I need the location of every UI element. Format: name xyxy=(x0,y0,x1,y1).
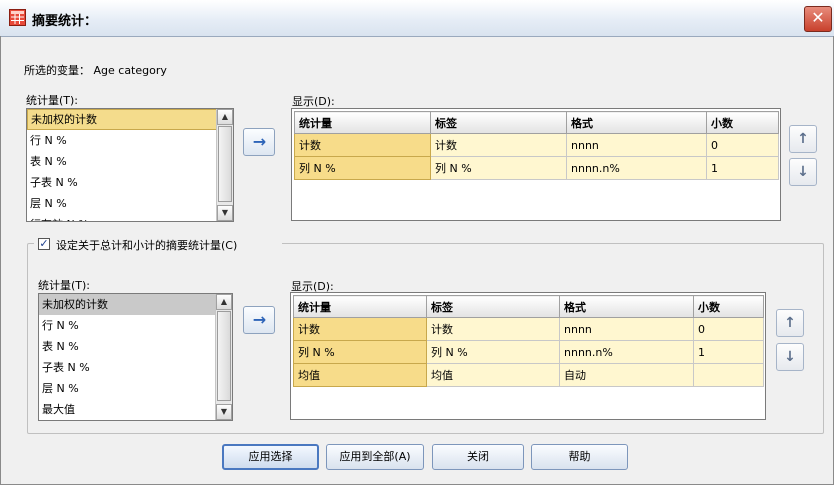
scroll-thumb[interactable] xyxy=(217,311,231,401)
list-item[interactable]: 子表 N % xyxy=(27,172,233,193)
table-cell[interactable]: 列 N % xyxy=(426,340,560,364)
help-button[interactable]: 帮助 xyxy=(531,444,628,470)
scroll-down-icon[interactable]: ▼ xyxy=(217,205,233,221)
list-item[interactable]: 未加权的计数 xyxy=(27,109,233,130)
column-header[interactable]: 小数 xyxy=(706,111,779,134)
selected-variable-label: 所选的变量： Age category xyxy=(24,64,167,77)
table-row[interactable]: 计数 计数 nnnn 0 xyxy=(293,317,764,341)
table-cell[interactable]: 列 N % xyxy=(294,156,431,180)
table-row[interactable]: 计数 计数 nnnn 0 xyxy=(294,133,779,157)
list-item[interactable]: 行 N % xyxy=(39,315,232,336)
stats-list-bottom[interactable]: 未加权的计数 行 N % 表 N % 子表 N % 层 N % 最大值 ▲ ▼ xyxy=(38,293,233,421)
display-table-top[interactable]: 统计量 标签 格式 小数 计数 计数 nnnn 0 列 N % 列 N % nn… xyxy=(291,108,781,221)
column-header[interactable]: 标签 xyxy=(430,111,567,134)
move-to-display-button-bottom[interactable]: → xyxy=(243,306,275,334)
table-cell[interactable]: 均值 xyxy=(293,363,427,387)
subtotal-checkbox[interactable]: ✓ xyxy=(38,238,50,250)
stats-label-top: 统计量(T): xyxy=(26,94,79,107)
table-cell[interactable]: nnnn.n% xyxy=(566,156,707,180)
list-item[interactable]: 行有效 N % xyxy=(27,214,233,221)
table-row[interactable]: 列 N % 列 N % nnnn.n% 1 xyxy=(294,156,779,180)
stats-label-bottom: 统计量(T): xyxy=(38,279,91,292)
table-cell[interactable]: nnnn xyxy=(559,317,694,341)
table-cell[interactable]: 1 xyxy=(693,340,764,364)
list-item[interactable]: 层 N % xyxy=(39,378,232,399)
subtotal-checkbox-label[interactable]: 设定关于总计和小计的摘要统计量(C) xyxy=(56,237,237,253)
column-header[interactable]: 统计量 xyxy=(294,111,431,134)
display-table-bottom[interactable]: 统计量 标签 格式 小数 计数 计数 nnnn 0 列 N % 列 N % nn… xyxy=(290,292,766,420)
table-cell[interactable]: 计数 xyxy=(426,317,560,341)
table-row[interactable]: 均值 均值 自动 xyxy=(293,363,764,387)
scroll-down-icon[interactable]: ▼ xyxy=(216,404,232,420)
move-down-button-top[interactable]: ↓ xyxy=(789,158,817,186)
right-arrow-icon: → xyxy=(252,310,267,329)
close-window-button[interactable]: ✕ xyxy=(804,6,832,32)
display-table-grid: 统计量 标签 格式 小数 计数 计数 nnnn 0 列 N % 列 N % nn… xyxy=(293,295,764,387)
display-table-grid: 统计量 标签 格式 小数 计数 计数 nnnn 0 列 N % 列 N % nn… xyxy=(294,111,779,180)
list-item[interactable]: 子表 N % xyxy=(39,357,232,378)
table-cell[interactable]: 1 xyxy=(706,156,779,180)
list-item[interactable]: 表 N % xyxy=(39,336,232,357)
column-header[interactable]: 统计量 xyxy=(293,295,427,318)
title-bar: 摘要统计： ✕ xyxy=(0,0,834,37)
stats-list-top[interactable]: 未加权的计数 行 N % 表 N % 子表 N % 层 N % 行有效 N % … xyxy=(26,108,234,222)
table-cell[interactable]: 0 xyxy=(706,133,779,157)
vertical-scrollbar[interactable]: ▲ ▼ xyxy=(215,294,232,420)
subtotal-checkbox-row[interactable]: ✓ 设定关于总计和小计的摘要统计量(C) xyxy=(34,236,282,252)
table-icon xyxy=(9,9,26,26)
table-cell[interactable]: nnnn.n% xyxy=(559,340,694,364)
apply-selection-button[interactable]: 应用选择 xyxy=(222,444,319,470)
column-header[interactable]: 小数 xyxy=(693,295,764,318)
table-cell[interactable]: 自动 xyxy=(559,363,694,387)
table-cell[interactable]: 均值 xyxy=(426,363,560,387)
table-cell[interactable]: 0 xyxy=(693,317,764,341)
scroll-up-icon[interactable]: ▲ xyxy=(216,294,232,310)
move-up-button-bottom[interactable]: ↑ xyxy=(776,309,804,337)
move-to-display-button-top[interactable]: → xyxy=(243,128,275,156)
move-up-button-top[interactable]: ↑ xyxy=(789,125,817,153)
list-item[interactable]: 未加权的计数 xyxy=(39,294,232,315)
vertical-scrollbar[interactable]: ▲ ▼ xyxy=(216,109,233,221)
table-row[interactable]: 列 N % 列 N % nnnn.n% 1 xyxy=(293,340,764,364)
table-cell[interactable] xyxy=(693,363,764,387)
list-item[interactable]: 行 N % xyxy=(27,130,233,151)
column-header[interactable]: 标签 xyxy=(426,295,560,318)
column-header[interactable]: 格式 xyxy=(566,111,707,134)
close-button[interactable]: 关闭 xyxy=(432,444,524,470)
table-cell[interactable]: 计数 xyxy=(430,133,567,157)
move-down-button-bottom[interactable]: ↓ xyxy=(776,343,804,371)
table-cell[interactable]: 列 N % xyxy=(293,340,427,364)
table-cell[interactable]: 列 N % xyxy=(430,156,567,180)
scroll-thumb[interactable] xyxy=(218,126,232,202)
table-cell[interactable]: 计数 xyxy=(294,133,431,157)
table-cell[interactable]: 计数 xyxy=(293,317,427,341)
display-label-top: 显示(D): xyxy=(292,95,335,108)
list-item[interactable]: 表 N % xyxy=(27,151,233,172)
table-cell[interactable]: nnnn xyxy=(566,133,707,157)
right-arrow-icon: → xyxy=(252,132,267,151)
list-item[interactable]: 最大值 xyxy=(39,399,232,420)
column-header[interactable]: 格式 xyxy=(559,295,694,318)
list-item[interactable]: 层 N % xyxy=(27,193,233,214)
window-title: 摘要统计： xyxy=(32,14,98,29)
apply-all-button[interactable]: 应用到全部(A) xyxy=(326,444,424,470)
scroll-up-icon[interactable]: ▲ xyxy=(217,109,233,125)
